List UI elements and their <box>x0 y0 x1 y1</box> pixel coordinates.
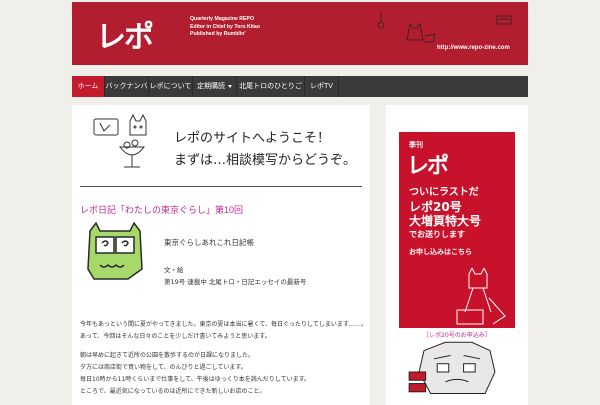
magazine-line: Published by Rumblin' <box>190 31 246 37</box>
nav-item-back-numbers[interactable]: バックナンバー <box>105 76 149 111</box>
nav-item-about[interactable]: レポについて <box>149 76 193 109</box>
ad-line: レポ20号 <box>409 200 462 214</box>
divider <box>80 186 362 187</box>
nav-label: ホーム <box>77 83 99 90</box>
welcome-banner: レポのサイトへようこそ！ まずは…相談模写からどうぞ。 <box>92 113 362 178</box>
magazine-line: Editor in Chief by Toro Kitao <box>190 23 260 30</box>
nav-item-home[interactable]: ホーム <box>72 76 105 97</box>
manga-illustration[interactable] <box>399 339 515 405</box>
ad-line: でお送りします <box>409 230 465 239</box>
post-subtitle: 東京ぐらしあれこれ日記帳 <box>164 238 254 247</box>
subscription-ad-banner[interactable]: 季刊 レポ ついにラストだ レポ20号 大増頁特大号 でお送りします お申し込み… <box>399 132 515 328</box>
nav-label: レポについて <box>149 83 192 90</box>
ad-line: ついにラストだ <box>409 187 479 198</box>
magazine-line: Quarterly Magazine REPO <box>190 16 254 22</box>
post-title-link[interactable]: レポ日記「わたしの東京ぐらし」第10回 <box>80 203 243 216</box>
post-meta: 第19号 連載中 北尾トロ・日記エッセイの最新号 <box>164 278 307 286</box>
nav-item-blog[interactable]: 北尾トロのひとりごと <box>237 76 305 111</box>
nav-label: レポTV <box>310 83 333 90</box>
cat-illustration-icon <box>456 268 506 325</box>
post-paragraph: ところで、最近気になっているのは近所にできた新しいお店のこと。 <box>80 388 266 395</box>
ad-caption-link[interactable]: ［レポ20号のお申込み］ <box>399 330 515 339</box>
post-paragraph: 夕方には商店街で買い物をして、のんびりと過ごしています。 <box>80 364 247 371</box>
welcome-line-2: まずは…相談模写からどうぞ。 <box>174 153 357 168</box>
ad-line: 大増頁特大号 <box>409 214 482 228</box>
site-header: レポ Quarterly Magazine REPO Editor in Chi… <box>72 2 528 65</box>
site-logo[interactable]: レポ <box>90 6 162 56</box>
post-thumbnail[interactable] <box>80 219 150 289</box>
post-paragraph: あって、今回はそんな日々のことを少しだけ書いてみようと思います。 <box>80 333 271 340</box>
site-url[interactable]: http://www.repo-zine.com <box>437 45 510 51</box>
nav-item-subscription[interactable]: 定期購読 <box>193 76 237 97</box>
nav-item-tv[interactable]: レポTV <box>305 76 339 97</box>
cat-illustration-icon <box>377 12 512 43</box>
post-paragraph: 今年もあっという間に夏がやってきました。東京の夏は本当に暑くて、毎日ぐったりして… <box>80 321 366 328</box>
post-paragraph: 毎日10時から11時くらいまで仕事をして、午後はゆっくり本を読んだりしています。 <box>80 376 311 383</box>
ad-logo: レポ <box>407 154 449 179</box>
post-author: 文・絵 <box>164 266 184 274</box>
welcome-line-1: レポのサイトへようこそ！ <box>174 131 331 146</box>
sidebar: 季刊 レポ ついにラストだ レポ20号 大増頁特大号 でお送りします お申し込み… <box>386 105 528 405</box>
post-paragraph: 朝は早めに起きて近所の公園を散歩するのが日課になりました。 <box>80 352 255 359</box>
main-nav: ホーム バックナンバー レポについて 定期購読 北尾トロのひとりごと レポTV <box>72 76 528 111</box>
magazine-info: Quarterly Magazine REPO Editor in Chief … <box>190 16 260 39</box>
chevron-down-icon <box>228 84 232 88</box>
welcome-illustration-icon <box>93 113 147 168</box>
nav-label: 定期購読 <box>197 83 225 90</box>
ad-copy: ついにラストだ レポ20号 大増頁特大号 でお送りします お申し込みはこちら <box>409 186 481 259</box>
main-content: レポのサイトへようこそ！ まずは…相談模写からどうぞ。 レポ日記「わたしの東京ぐ… <box>72 105 370 405</box>
ad-cta: お申し込みはこちら <box>409 248 472 256</box>
logo-text: レポ <box>96 20 154 55</box>
